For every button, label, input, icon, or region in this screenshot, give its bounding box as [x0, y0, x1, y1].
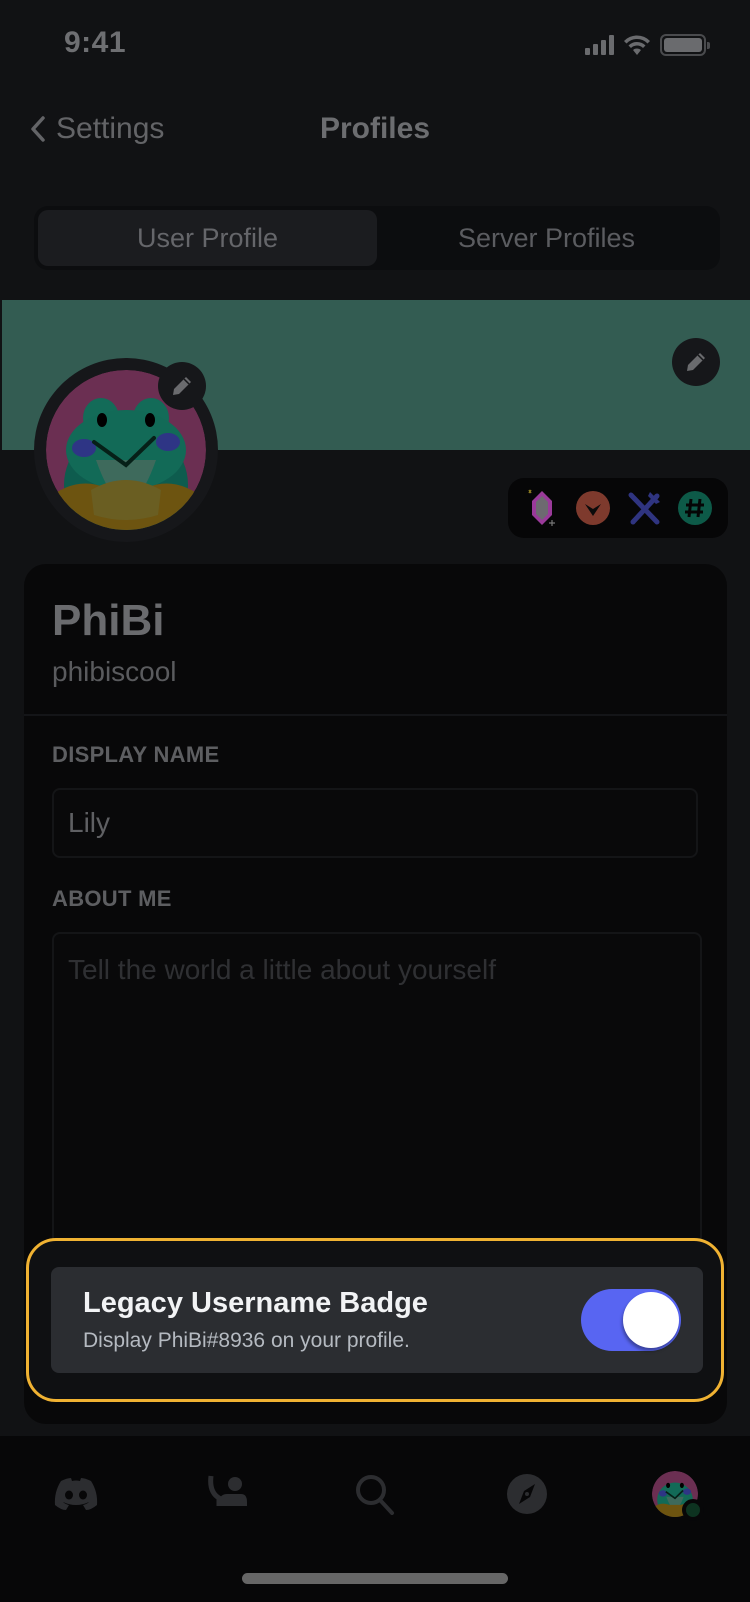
about-me-label: ABOUT ME [52, 886, 172, 911]
search-tab[interactable] [345, 1464, 405, 1524]
home-indicator[interactable] [242, 1573, 508, 1584]
discover-tab[interactable] [497, 1464, 557, 1524]
wifi-icon [624, 35, 650, 55]
toggle-knob [623, 1292, 679, 1348]
profile-display-name: PhiBi [52, 596, 165, 645]
edit-banner-button[interactable] [672, 338, 720, 386]
friends-wave-icon [208, 1475, 247, 1506]
hypesquad-brilliance-badge[interactable] [574, 489, 612, 527]
divider [24, 714, 727, 716]
pencil-icon [173, 377, 191, 395]
friends-tab[interactable] [198, 1464, 258, 1524]
hammer-wrench-icon [628, 492, 660, 525]
tab-server-profiles[interactable]: Server Profiles [377, 210, 716, 266]
profile-tab[interactable] [645, 1464, 705, 1524]
tab-user-profile[interactable]: User Profile [38, 210, 377, 266]
legacy-username-badge-setting: Legacy Username Badge Display PhiBi#8936… [51, 1267, 703, 1373]
legacy-badge-title: Legacy Username Badge [83, 1287, 428, 1319]
status-bar: 9:41 [0, 0, 750, 90]
profile-badges [508, 478, 728, 538]
profile-username: phibiscool [52, 656, 177, 687]
nitro-gem-badge[interactable] [523, 489, 561, 527]
status-icons [585, 34, 710, 56]
legacy-badge-toggle[interactable] [581, 1289, 681, 1351]
discord-logo-icon [54, 1478, 98, 1510]
active-developer-badge[interactable] [625, 489, 663, 527]
home-tab[interactable] [46, 1464, 106, 1524]
display-name-label: DISPLAY NAME [52, 742, 220, 767]
tab-avatar [652, 1471, 704, 1521]
cellular-signal-icon [585, 35, 614, 55]
online-status-indicator [682, 1499, 704, 1521]
hashtag-icon [677, 491, 712, 525]
gem-icon [527, 489, 555, 526]
legacy-badge-subtitle: Display PhiBi#8936 on your profile. [83, 1329, 410, 1352]
page-title: Profiles [319, 112, 431, 145]
server-moderator-badge[interactable] [676, 489, 714, 527]
navigation-bar: Settings Profiles [0, 100, 750, 164]
edit-avatar-button[interactable] [158, 362, 206, 410]
about-me-placeholder: Tell the world a little about yourself [68, 954, 496, 985]
brilliance-icon [575, 491, 610, 525]
legacy-username-badge-highlight: Legacy Username Badge Display PhiBi#8936… [26, 1238, 724, 1402]
compass-icon [507, 1474, 547, 1514]
status-time: 9:41 [64, 26, 127, 59]
display-name-input[interactable]: Lily [52, 788, 698, 858]
search-icon [356, 1475, 394, 1515]
pencil-icon [687, 353, 705, 371]
battery-icon [660, 34, 710, 56]
display-name-value: Lily [68, 807, 111, 838]
profile-type-segmented-control: User Profile Server Profiles [34, 206, 720, 270]
